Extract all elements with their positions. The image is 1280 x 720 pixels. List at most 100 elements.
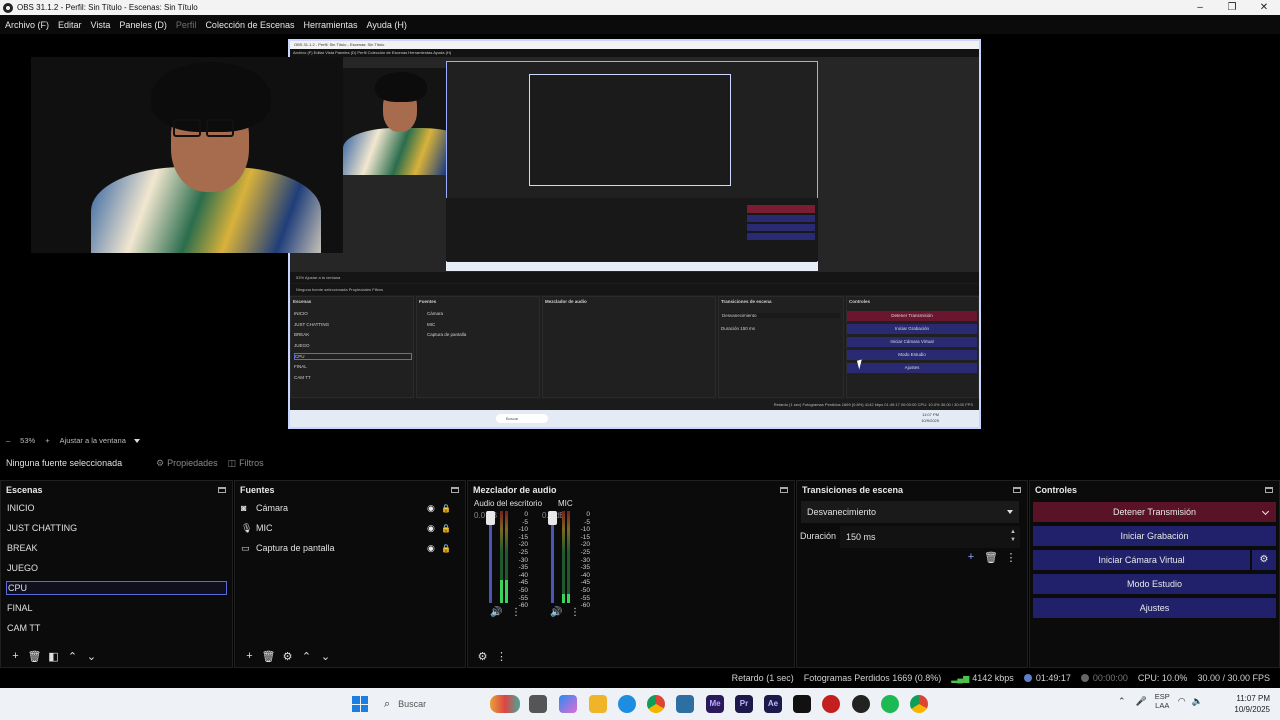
more-options-icon[interactable]: ⋮ — [1001, 551, 1021, 564]
zoom-dropdown-caret-icon[interactable] — [133, 438, 140, 443]
transition-select[interactable]: Desvanecimiento — [801, 501, 1019, 523]
source-settings-gear-icon[interactable]: ⚙ — [278, 650, 297, 663]
lock-icon[interactable]: 🔒 — [441, 504, 455, 513]
move-down-icon[interactable]: ⌄ — [82, 650, 101, 663]
visibility-eye-icon[interactable]: ◉ — [427, 523, 441, 534]
scene-filters-icon[interactable]: ◧ — [44, 650, 63, 663]
premiere-pro-icon[interactable]: Pr — [735, 695, 753, 713]
move-up-icon[interactable]: ⌃ — [63, 650, 82, 663]
store-icon[interactable] — [676, 695, 694, 713]
undock-icon[interactable] — [218, 486, 226, 493]
menu-herramientas[interactable]: Herramientas — [304, 20, 358, 30]
taskbar-clock[interactable]: 11:07 PM 10/9/2025 — [1224, 693, 1270, 715]
more-options-icon[interactable]: ⋮ — [492, 650, 511, 663]
media-encoder-icon[interactable]: Me — [706, 695, 724, 713]
move-up-icon[interactable]: ⌃ — [297, 650, 316, 663]
add-transition-button[interactable]: + — [961, 551, 981, 564]
visibility-eye-icon[interactable]: ◉ — [427, 503, 441, 514]
properties-button[interactable]: ⚙ Propiedades — [156, 458, 218, 469]
windows-start-icon[interactable] — [352, 696, 368, 712]
scene-item-just-chatting[interactable]: JUST CHATTING — [1, 518, 232, 538]
obs-taskbar-icon[interactable] — [852, 695, 870, 713]
source-item-mic[interactable]: 🎙 MIC ◉ 🔒 — [235, 518, 465, 538]
minimize-button[interactable]: – — [1184, 2, 1216, 13]
remove-source-trash-icon[interactable]: 🗑 — [259, 650, 278, 663]
stop-stream-button[interactable]: Detener Transmisión — [1033, 502, 1276, 522]
scene-item-cpu[interactable]: CPU — [6, 581, 227, 595]
chrome-icon-2[interactable] — [910, 695, 928, 713]
add-source-button[interactable]: + — [240, 650, 259, 662]
zoom-fit-dropdown[interactable]: Ajustar a la ventana — [60, 436, 126, 445]
remove-transition-trash-icon[interactable]: 🗑 — [981, 551, 1001, 564]
source-item-captura[interactable]: ▭ Captura de pantalla ◉ 🔒 — [235, 538, 465, 558]
meter-tick-label: -40 — [580, 571, 590, 579]
maximize-button[interactable]: ❐ — [1216, 2, 1248, 13]
volume-fader-knob[interactable] — [548, 511, 557, 525]
filter-icon: ◫ — [227, 457, 237, 468]
more-options-icon[interactable]: ⋮ — [511, 607, 521, 618]
undock-icon[interactable] — [1013, 486, 1021, 493]
nested-person-hair — [375, 72, 427, 102]
scene-item-cam-tt[interactable]: CAM TT — [1, 618, 232, 638]
undock-icon[interactable] — [780, 486, 788, 493]
widgets-icon[interactable] — [490, 695, 520, 713]
search-icon: ⌕ — [384, 697, 391, 710]
scene-item-break[interactable]: BREAK — [1, 538, 232, 558]
after-effects-icon[interactable]: Ae — [764, 695, 782, 713]
undock-icon[interactable] — [451, 486, 459, 493]
task-view-icon[interactable] — [529, 695, 547, 713]
capcut-icon[interactable] — [793, 695, 811, 713]
lock-icon[interactable]: 🔒 — [441, 524, 455, 533]
wifi-icon[interactable]: ◠ — [1178, 696, 1186, 707]
studio-mode-button[interactable]: Modo Estudio — [1033, 574, 1276, 594]
copilot-icon[interactable] — [559, 695, 577, 713]
meter-tick-label: -20 — [518, 541, 528, 549]
acrobat-icon[interactable] — [822, 695, 840, 713]
menu-archivo[interactable]: Archivo (F) — [5, 20, 49, 30]
menu-vista[interactable]: Vista — [91, 20, 111, 30]
virtual-camera-button[interactable]: Iniciar Cámara Virtual — [1033, 550, 1250, 570]
move-down-icon[interactable]: ⌄ — [316, 650, 335, 663]
speaker-icon[interactable]: 🔊 — [490, 607, 502, 618]
menu-paneles[interactable]: Paneles (D) — [119, 20, 167, 30]
duration-input[interactable]: 150 ms ▲ ▼ — [840, 526, 1020, 548]
edge-browser-icon[interactable] — [618, 695, 636, 713]
advanced-audio-gear-icon[interactable]: ⚙ — [473, 650, 492, 663]
chrome-icon[interactable] — [647, 695, 665, 713]
input-language[interactable]: ESP LAA — [1155, 692, 1170, 710]
volume-icon[interactable]: 🔈 — [1192, 696, 1203, 707]
chevron-down-icon[interactable] — [1261, 507, 1270, 516]
spinner-arrows-icon[interactable]: ▲ ▼ — [1010, 528, 1016, 544]
remove-scene-trash-icon[interactable]: 🗑 — [25, 650, 44, 663]
scene-item-inicio[interactable]: INICIO — [1, 498, 232, 518]
more-options-icon[interactable]: ⋮ — [570, 607, 580, 618]
scene-item-juego[interactable]: JUEGO — [1, 558, 232, 578]
start-recording-button[interactable]: Iniciar Grabación — [1033, 526, 1276, 546]
menu-editar[interactable]: Editar — [58, 20, 82, 30]
status-bar: Retardo (1 sec) Fotogramas Perdidos 1669… — [0, 668, 1280, 688]
close-button[interactable]: ✕ — [1248, 2, 1280, 13]
meter-tick-label: -20 — [580, 541, 590, 549]
menu-coleccion-escenas[interactable]: Colección de Escenas — [205, 20, 294, 30]
file-explorer-icon[interactable] — [589, 695, 607, 713]
speaker-icon[interactable]: 🔊 — [550, 607, 562, 618]
lock-icon[interactable]: 🔒 — [441, 544, 455, 553]
zoom-out-button[interactable]: – — [6, 436, 10, 445]
menu-ayuda[interactable]: Ayuda (H) — [367, 20, 407, 30]
tray-expand-chevron-icon[interactable]: ⌃ — [1118, 696, 1126, 707]
volume-fader-knob[interactable] — [486, 511, 495, 525]
virtual-camera-gear-icon[interactable]: ⚙ — [1252, 550, 1276, 570]
sources-dock: Fuentes ◙ Cámara ◉ 🔒 🎙 MIC ◉ 🔒 ▭ Captura… — [234, 480, 466, 668]
microphone-tray-icon[interactable]: 🎤 — [1136, 696, 1147, 707]
settings-button[interactable]: Ajustes — [1033, 598, 1276, 618]
source-item-camara[interactable]: ◙ Cámara ◉ 🔒 — [235, 498, 465, 518]
undock-icon[interactable] — [1265, 486, 1273, 493]
filters-button[interactable]: ◫ Filtros — [228, 458, 264, 469]
zoom-in-button[interactable]: + — [45, 436, 49, 445]
scene-item-final[interactable]: FINAL — [1, 598, 232, 618]
meter-scale: 0 -5 -10 -15 -20 -25 -30 -35 -40 -45 -50 -55 -60 — [576, 511, 590, 610]
spotify-icon[interactable] — [881, 695, 899, 713]
add-scene-button[interactable]: + — [6, 650, 25, 662]
nested-button-small-2 — [747, 224, 815, 231]
visibility-eye-icon[interactable]: ◉ — [427, 543, 441, 554]
